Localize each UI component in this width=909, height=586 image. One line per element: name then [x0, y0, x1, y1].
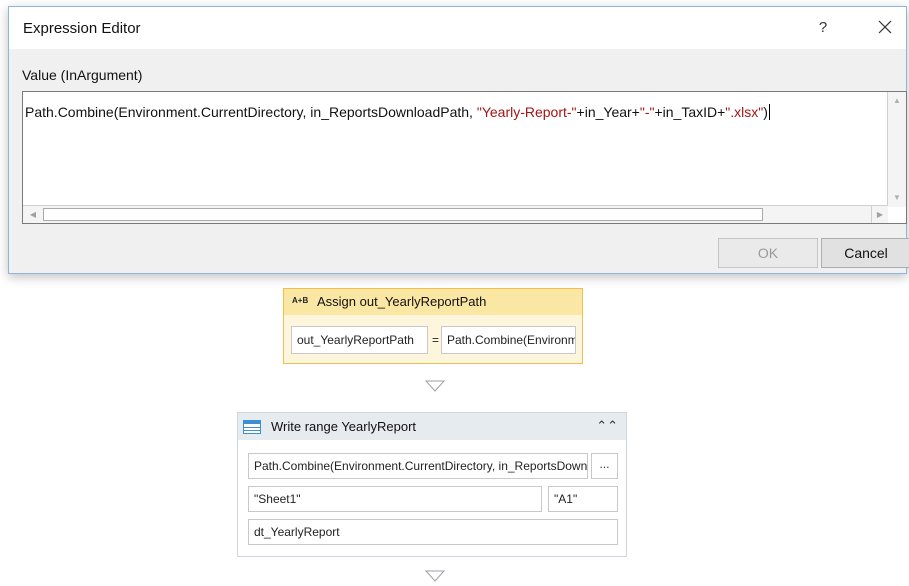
- scroll-up-icon[interactable]: ▲: [888, 92, 906, 109]
- sheet-name-field[interactable]: "Sheet1": [248, 486, 542, 512]
- write-range-activity[interactable]: Write range YearlyReport ⌃⌃ Path.Combine…: [237, 412, 627, 557]
- assign-equals-sign: =: [432, 333, 440, 347]
- starting-cell-field[interactable]: "A1": [548, 486, 618, 512]
- scroll-left-icon[interactable]: ◀: [25, 206, 41, 223]
- expression-code-line[interactable]: Path.Combine(Environment.CurrentDirector…: [25, 104, 882, 120]
- close-button[interactable]: [869, 15, 901, 41]
- assign-title: Assign out_YearlyReportPath: [317, 294, 487, 309]
- close-icon: [878, 20, 892, 34]
- workbook-path-field[interactable]: Path.Combine(Environment.CurrentDirector…: [248, 453, 588, 479]
- code-part-1: Path.Combine(Environment.CurrentDirector…: [25, 104, 477, 120]
- code-part-4: ): [763, 104, 768, 120]
- assign-to-field[interactable]: out_YearlyReportPath: [291, 326, 428, 354]
- double-chevron-up-icon[interactable]: ⌃⌃: [596, 418, 618, 434]
- code-string-1: "Yearly-Report-": [476, 104, 577, 120]
- code-string-3: ".xlsx": [725, 104, 764, 120]
- horizontal-scroll-thumb[interactable]: [43, 208, 763, 221]
- datatable-field[interactable]: dt_YearlyReport: [248, 519, 618, 545]
- code-part-3: +in_TaxID+: [654, 104, 726, 120]
- assign-header: A+B Assign out_YearlyReportPath: [284, 289, 582, 315]
- browse-button[interactable]: ...: [591, 453, 618, 479]
- text-caret: [768, 104, 770, 120]
- horizontal-scrollbar[interactable]: ◀ ▶: [23, 205, 888, 223]
- vertical-scrollbar[interactable]: ▲ ▼: [887, 92, 906, 207]
- assign-value-field[interactable]: Path.Combine(Environment.CurrentDirector…: [441, 326, 576, 354]
- ok-button[interactable]: OK: [718, 238, 818, 268]
- expression-editor-dialog: Expression Editor ? Value (InArgument) P…: [8, 6, 909, 274]
- scroll-down-icon[interactable]: ▼: [888, 189, 906, 206]
- scroll-right-icon[interactable]: ▶: [871, 206, 888, 223]
- code-string-2: "-": [639, 104, 655, 120]
- expression-text-area[interactable]: Path.Combine(Environment.CurrentDirector…: [22, 91, 907, 224]
- write-range-title: Write range YearlyReport: [271, 419, 417, 434]
- help-button[interactable]: ?: [809, 15, 837, 41]
- dialog-titlebar: Expression Editor ?: [9, 7, 906, 49]
- table-icon: [243, 420, 261, 434]
- value-label: Value (InArgument): [22, 67, 143, 83]
- cancel-button[interactable]: Cancel: [821, 238, 909, 268]
- code-part-2: +in_Year+: [576, 104, 640, 120]
- write-range-header: Write range YearlyReport ⌃⌃: [238, 413, 626, 440]
- assign-activity[interactable]: A+B Assign out_YearlyReportPath out_Year…: [283, 288, 583, 364]
- assign-icon: A+B: [292, 296, 309, 305]
- dialog-title: Expression Editor: [23, 20, 141, 37]
- triangle-down-icon: [425, 570, 445, 582]
- triangle-down-icon: [425, 380, 445, 392]
